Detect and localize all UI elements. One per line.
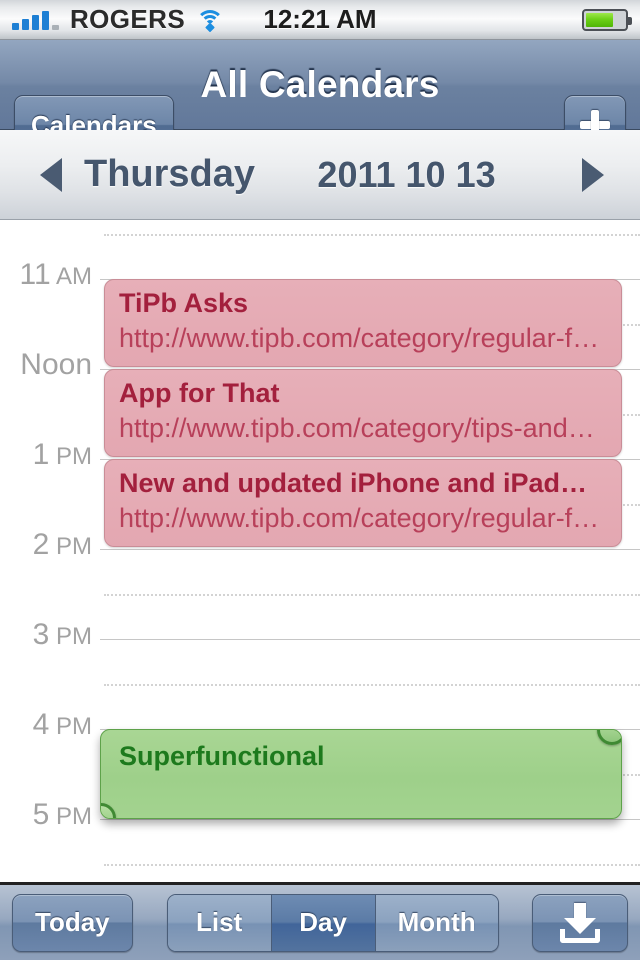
calendar-event[interactable]: TiPb Asks http://www.tipb.com/category/re… [104, 279, 622, 367]
event-title: Superfunctional [119, 741, 325, 771]
status-bar: ROGERS 12:21 AM [0, 0, 640, 40]
navigation-bar: Calendars All Calendars [0, 40, 640, 155]
calendar-event[interactable]: Superfunctional [100, 729, 622, 819]
date-navigation-bar: Thursday 2011 10 13 [0, 130, 640, 220]
calendar-event[interactable]: App for That http://www.tipb.com/category… [104, 369, 622, 457]
battery-icon [582, 8, 632, 31]
calendar-app-screen: ROGERS 12:21 AM Calendars All Calendars … [0, 0, 640, 960]
inbox-download-icon [558, 902, 602, 943]
event-title: App for That [119, 378, 280, 408]
event-title: New and updated iPhone and iPad… [119, 468, 588, 498]
calendar-event[interactable]: New and updated iPhone and iPad… http://w… [104, 459, 622, 547]
event-subtitle: http://www.tipb.com/category/tips-and… [119, 413, 595, 443]
segment-day[interactable]: Day [271, 894, 376, 951]
triangle-right-icon[interactable] [582, 157, 604, 192]
event-subtitle: http://www.tipb.com/category/regular-f… [119, 503, 600, 533]
segment-month[interactable]: Month [375, 894, 498, 951]
event-subtitle: http://www.tipb.com/category/regular-f… [119, 323, 600, 353]
bottom-toolbar: Today List Day Month [0, 882, 640, 960]
date-label: 2011 10 13 [317, 153, 496, 195]
inbox-button[interactable] [532, 893, 628, 952]
page-title: All Calendars [200, 63, 440, 105]
event-resize-handle-bottom-left[interactable] [101, 803, 116, 818]
event-list: TiPb Asks http://www.tipb.com/category/re… [0, 221, 640, 882]
today-button[interactable]: Today [12, 893, 133, 952]
weekday-label: Thursday [84, 153, 256, 195]
day-view-scroll-area[interactable]: 11 AM Noon 1 PM 2 PM 3 PM 4 PM 5 PM TiPb Asks h… [0, 221, 640, 882]
view-mode-segmented-control[interactable]: List Day Month [166, 893, 499, 952]
triangle-left-icon[interactable] [40, 157, 62, 192]
event-title: TiPb Asks [119, 288, 249, 318]
segment-list[interactable]: List [167, 894, 272, 951]
status-bar-clock: 12:21 AM [263, 4, 377, 34]
